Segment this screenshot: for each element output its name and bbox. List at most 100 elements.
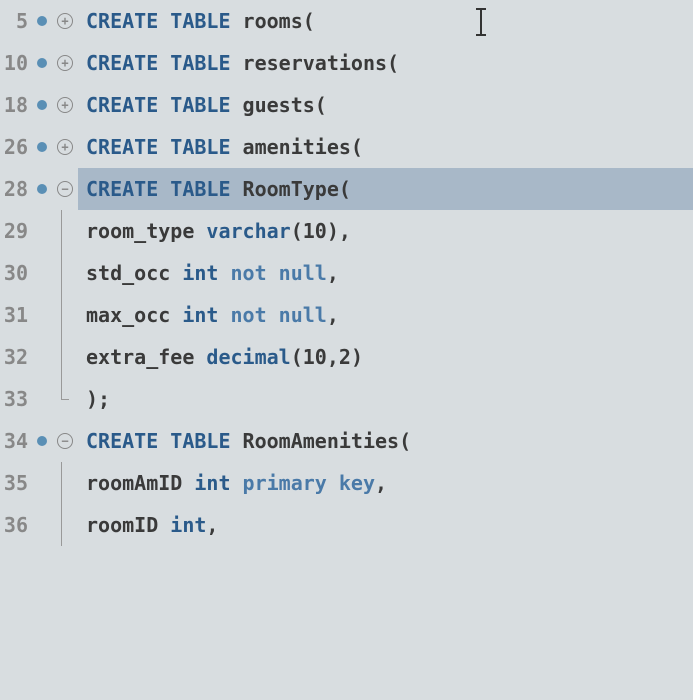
indent-guide xyxy=(55,378,75,420)
fold-gutter[interactable]: + xyxy=(52,13,78,29)
token-kw: CREATE TABLE xyxy=(86,135,231,159)
fold-gutter[interactable] xyxy=(52,294,78,336)
fold-gutter[interactable] xyxy=(52,462,78,504)
code-line[interactable]: 28−CREATE TABLE RoomType( xyxy=(0,168,693,210)
code-line[interactable]: 10 + CREATE TABLE reservations( xyxy=(0,42,693,84)
token-ident: guests xyxy=(231,93,315,117)
token-punct: ( xyxy=(399,429,411,453)
token-ident: room_type xyxy=(86,219,206,243)
code-line[interactable]: 33); xyxy=(0,378,693,420)
code-line[interactable]: 36roomID int, xyxy=(0,504,693,546)
dot-icon xyxy=(37,58,47,68)
token-punct: ( xyxy=(351,135,363,159)
breakpoint-marker[interactable] xyxy=(32,16,52,26)
code-line[interactable]: 18 + CREATE TABLE guests( xyxy=(0,84,693,126)
code-line[interactable]: 34 −CREATE TABLE RoomAmenities( xyxy=(0,420,693,462)
expand-icon[interactable]: + xyxy=(57,13,73,29)
token-ident: extra_fee xyxy=(86,345,206,369)
token-ident: amenities xyxy=(231,135,351,159)
dot-icon xyxy=(37,100,47,110)
fold-gutter[interactable] xyxy=(52,336,78,378)
line-number: 30 xyxy=(0,261,32,285)
line-number: 31 xyxy=(0,303,32,327)
code-content[interactable]: extra_fee decimal(10,2) xyxy=(78,336,693,378)
breakpoint-marker[interactable] xyxy=(32,142,52,152)
expand-icon[interactable]: + xyxy=(57,97,73,113)
token-constraint: not null xyxy=(218,261,326,285)
token-kw: CREATE TABLE xyxy=(86,429,231,453)
fold-gutter[interactable] xyxy=(52,210,78,252)
fold-gutter[interactable] xyxy=(52,504,78,546)
code-line[interactable]: 29room_type varchar(10), xyxy=(0,210,693,252)
code-content[interactable]: room_type varchar(10), xyxy=(78,210,693,252)
indent-guide xyxy=(55,504,75,546)
token-punct: , xyxy=(206,513,218,537)
code-line[interactable]: 30 std_occ int not null, xyxy=(0,252,693,294)
line-number: 10 xyxy=(0,51,32,75)
fold-gutter[interactable]: − xyxy=(52,433,78,449)
fold-gutter[interactable]: + xyxy=(52,55,78,71)
line-number: 18 xyxy=(0,93,32,117)
token-punct: , xyxy=(375,471,387,495)
token-punct: ( xyxy=(315,93,327,117)
token-punct: ( xyxy=(387,51,399,75)
fold-gutter[interactable] xyxy=(52,252,78,294)
token-ident: std_occ xyxy=(86,261,182,285)
code-line[interactable]: 31 max_occ int not null, xyxy=(0,294,693,336)
fold-gutter[interactable]: + xyxy=(52,139,78,155)
breakpoint-marker[interactable] xyxy=(32,436,52,446)
token-kw: CREATE TABLE xyxy=(86,9,231,33)
breakpoint-marker[interactable] xyxy=(32,184,52,194)
code-content[interactable]: max_occ int not null, xyxy=(78,294,693,336)
token-ident: rooms xyxy=(231,9,303,33)
token-num: 10 xyxy=(303,219,327,243)
code-content[interactable]: ); xyxy=(78,378,693,420)
fold-gutter[interactable] xyxy=(52,378,78,420)
code-content[interactable]: CREATE TABLE rooms( xyxy=(78,0,693,42)
token-punct: , xyxy=(327,303,339,327)
expand-icon[interactable]: + xyxy=(57,139,73,155)
token-punct: ), xyxy=(327,219,351,243)
line-number: 26 xyxy=(0,135,32,159)
indent-guide xyxy=(55,252,75,294)
breakpoint-marker[interactable] xyxy=(32,100,52,110)
token-type: int xyxy=(182,303,218,327)
code-content[interactable]: CREATE TABLE guests( xyxy=(78,84,693,126)
token-ident: reservations xyxy=(231,51,388,75)
token-ident: roomID xyxy=(86,513,170,537)
code-content[interactable]: roomID int, xyxy=(78,504,693,546)
token-ident: RoomAmenities xyxy=(231,429,400,453)
fold-gutter[interactable]: − xyxy=(52,181,78,197)
token-punct: ( xyxy=(339,177,351,201)
indent-guide xyxy=(55,210,75,252)
code-editor[interactable]: 5+CREATE TABLE rooms(10+CREATE TABLE res… xyxy=(0,0,693,546)
code-content[interactable]: CREATE TABLE reservations( xyxy=(78,42,693,84)
code-line[interactable]: 26 + CREATE TABLE amenities( xyxy=(0,126,693,168)
code-content[interactable]: roomAmID int primary key, xyxy=(78,462,693,504)
token-kw: CREATE TABLE xyxy=(86,93,231,117)
collapse-icon[interactable]: − xyxy=(57,181,73,197)
line-number: 34 xyxy=(0,429,32,453)
token-punct: , xyxy=(327,261,339,285)
token-punct: ( xyxy=(303,9,315,33)
collapse-icon[interactable]: − xyxy=(57,433,73,449)
fold-gutter[interactable]: + xyxy=(52,97,78,113)
code-line[interactable]: 35roomAmID int primary key, xyxy=(0,462,693,504)
token-constraint: not null xyxy=(218,303,326,327)
dot-icon xyxy=(37,184,47,194)
code-content[interactable]: CREATE TABLE amenities( xyxy=(78,126,693,168)
token-type: int xyxy=(170,513,206,537)
code-content[interactable]: std_occ int not null, xyxy=(78,252,693,294)
expand-icon[interactable]: + xyxy=(57,55,73,71)
code-line[interactable]: 5+CREATE TABLE rooms( xyxy=(0,0,693,42)
code-content[interactable]: CREATE TABLE RoomAmenities( xyxy=(78,420,693,462)
breakpoint-marker[interactable] xyxy=(32,58,52,68)
token-punct: ) xyxy=(351,345,363,369)
code-content[interactable]: CREATE TABLE RoomType( xyxy=(78,168,693,210)
token-punct: ); xyxy=(86,387,110,411)
line-number: 32 xyxy=(0,345,32,369)
token-kw: CREATE TABLE xyxy=(86,177,231,201)
code-line[interactable]: 32 extra_fee decimal(10,2) xyxy=(0,336,693,378)
line-number: 33 xyxy=(0,387,32,411)
token-constraint: primary key xyxy=(231,471,376,495)
